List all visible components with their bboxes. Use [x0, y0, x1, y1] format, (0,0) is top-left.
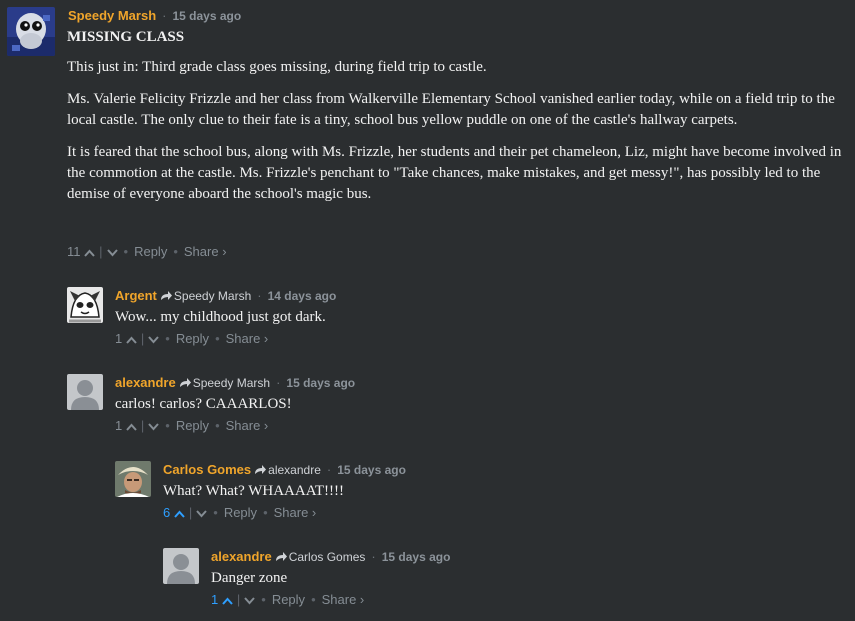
comment-text: carlos! carlos? CAAARLOS! — [115, 396, 292, 412]
author-name[interactable]: Argent — [115, 288, 157, 303]
share-button[interactable]: Share › — [274, 505, 317, 520]
comment-alexandre: alexandre Speedy Marsh · 15 days ago carlos… — [0, 367, 855, 442]
timestamp[interactable]: 15 days ago — [173, 9, 242, 23]
avatar[interactable] — [115, 461, 151, 497]
share-button[interactable]: Share › — [322, 592, 365, 607]
vote-count: 1 — [115, 418, 123, 433]
comment-text: What? What? WHAAAAT!!!! — [163, 483, 345, 499]
comment-paragraph: Ms. Valerie Felicity Frizzle and her cla… — [67, 91, 835, 128]
reply-to-name[interactable]: Carlos Gomes — [289, 550, 366, 564]
comment-body: MISSING CLASS This just in: Third grade … — [67, 27, 842, 216]
reply-button[interactable]: Reply — [176, 331, 209, 346]
downvote-icon[interactable] — [196, 505, 207, 520]
share-button[interactable]: Share › — [226, 418, 269, 433]
reply-arrow-icon — [179, 376, 192, 392]
author-name[interactable]: Carlos Gomes — [163, 462, 251, 477]
share-button[interactable]: Share › — [226, 331, 269, 346]
vote-count: 11 — [67, 244, 81, 259]
upvote-icon[interactable] — [126, 331, 137, 346]
reply-arrow-icon — [275, 550, 288, 566]
author-name[interactable]: alexandre — [115, 375, 176, 390]
timestamp[interactable]: 15 days ago — [337, 463, 406, 477]
reply-button[interactable]: Reply — [134, 244, 167, 259]
upvote-icon[interactable] — [174, 505, 185, 520]
avatar[interactable] — [7, 7, 55, 56]
timestamp[interactable]: 15 days ago — [382, 550, 451, 564]
timestamp[interactable]: 14 days ago — [268, 289, 337, 303]
comment-argent: Argent Speedy Marsh · 14 days ago Wow... my… — [0, 280, 855, 355]
vote-count: 1 — [115, 331, 123, 346]
upvote-icon[interactable] — [126, 418, 137, 433]
author-name[interactable]: Speedy Marsh — [68, 8, 156, 23]
reply-to-name[interactable]: Speedy Marsh — [193, 376, 270, 390]
upvote-icon[interactable] — [222, 592, 233, 607]
downvote-icon[interactable] — [244, 592, 255, 607]
comment-alexandre-reply: alexandre Carlos Gomes · 15 days ago Danger… — [0, 541, 855, 619]
reply-to-name[interactable]: Speedy Marsh — [174, 289, 251, 303]
upvote-icon[interactable] — [84, 244, 95, 259]
comment-carlos-gomes: Carlos Gomes alexandre · 15 days ago What? … — [0, 454, 855, 529]
reply-button[interactable]: Reply — [176, 418, 209, 433]
comment-text: Wow... my childhood just got dark. — [115, 309, 326, 325]
comment-speedy-marsh: Speedy Marsh · 15 days ago MISSING CLASS T… — [0, 0, 855, 270]
comment-title: MISSING CLASS — [67, 29, 185, 45]
comment-text: Danger zone — [211, 570, 288, 586]
reply-button[interactable]: Reply — [224, 505, 257, 520]
reply-arrow-icon — [254, 463, 267, 479]
comment-paragraph: This just in: Third grade class goes mis… — [67, 59, 487, 75]
comment-paragraph: It is feared that the school bus, along … — [67, 144, 842, 202]
downvote-icon[interactable] — [148, 418, 159, 433]
reply-button[interactable]: Reply — [272, 592, 305, 607]
avatar[interactable] — [163, 548, 199, 584]
author-name[interactable]: alexandre — [211, 549, 272, 564]
timestamp[interactable]: 15 days ago — [286, 376, 355, 390]
downvote-icon[interactable] — [148, 331, 159, 346]
vote-count: 6 — [163, 505, 171, 520]
downvote-icon[interactable] — [106, 244, 118, 259]
avatar[interactable] — [67, 374, 103, 410]
avatar[interactable] — [67, 287, 103, 323]
reply-to-name[interactable]: alexandre — [268, 463, 321, 477]
vote-count: 1 — [211, 592, 219, 607]
share-button[interactable]: Share › — [184, 244, 227, 259]
reply-arrow-icon — [160, 289, 173, 305]
